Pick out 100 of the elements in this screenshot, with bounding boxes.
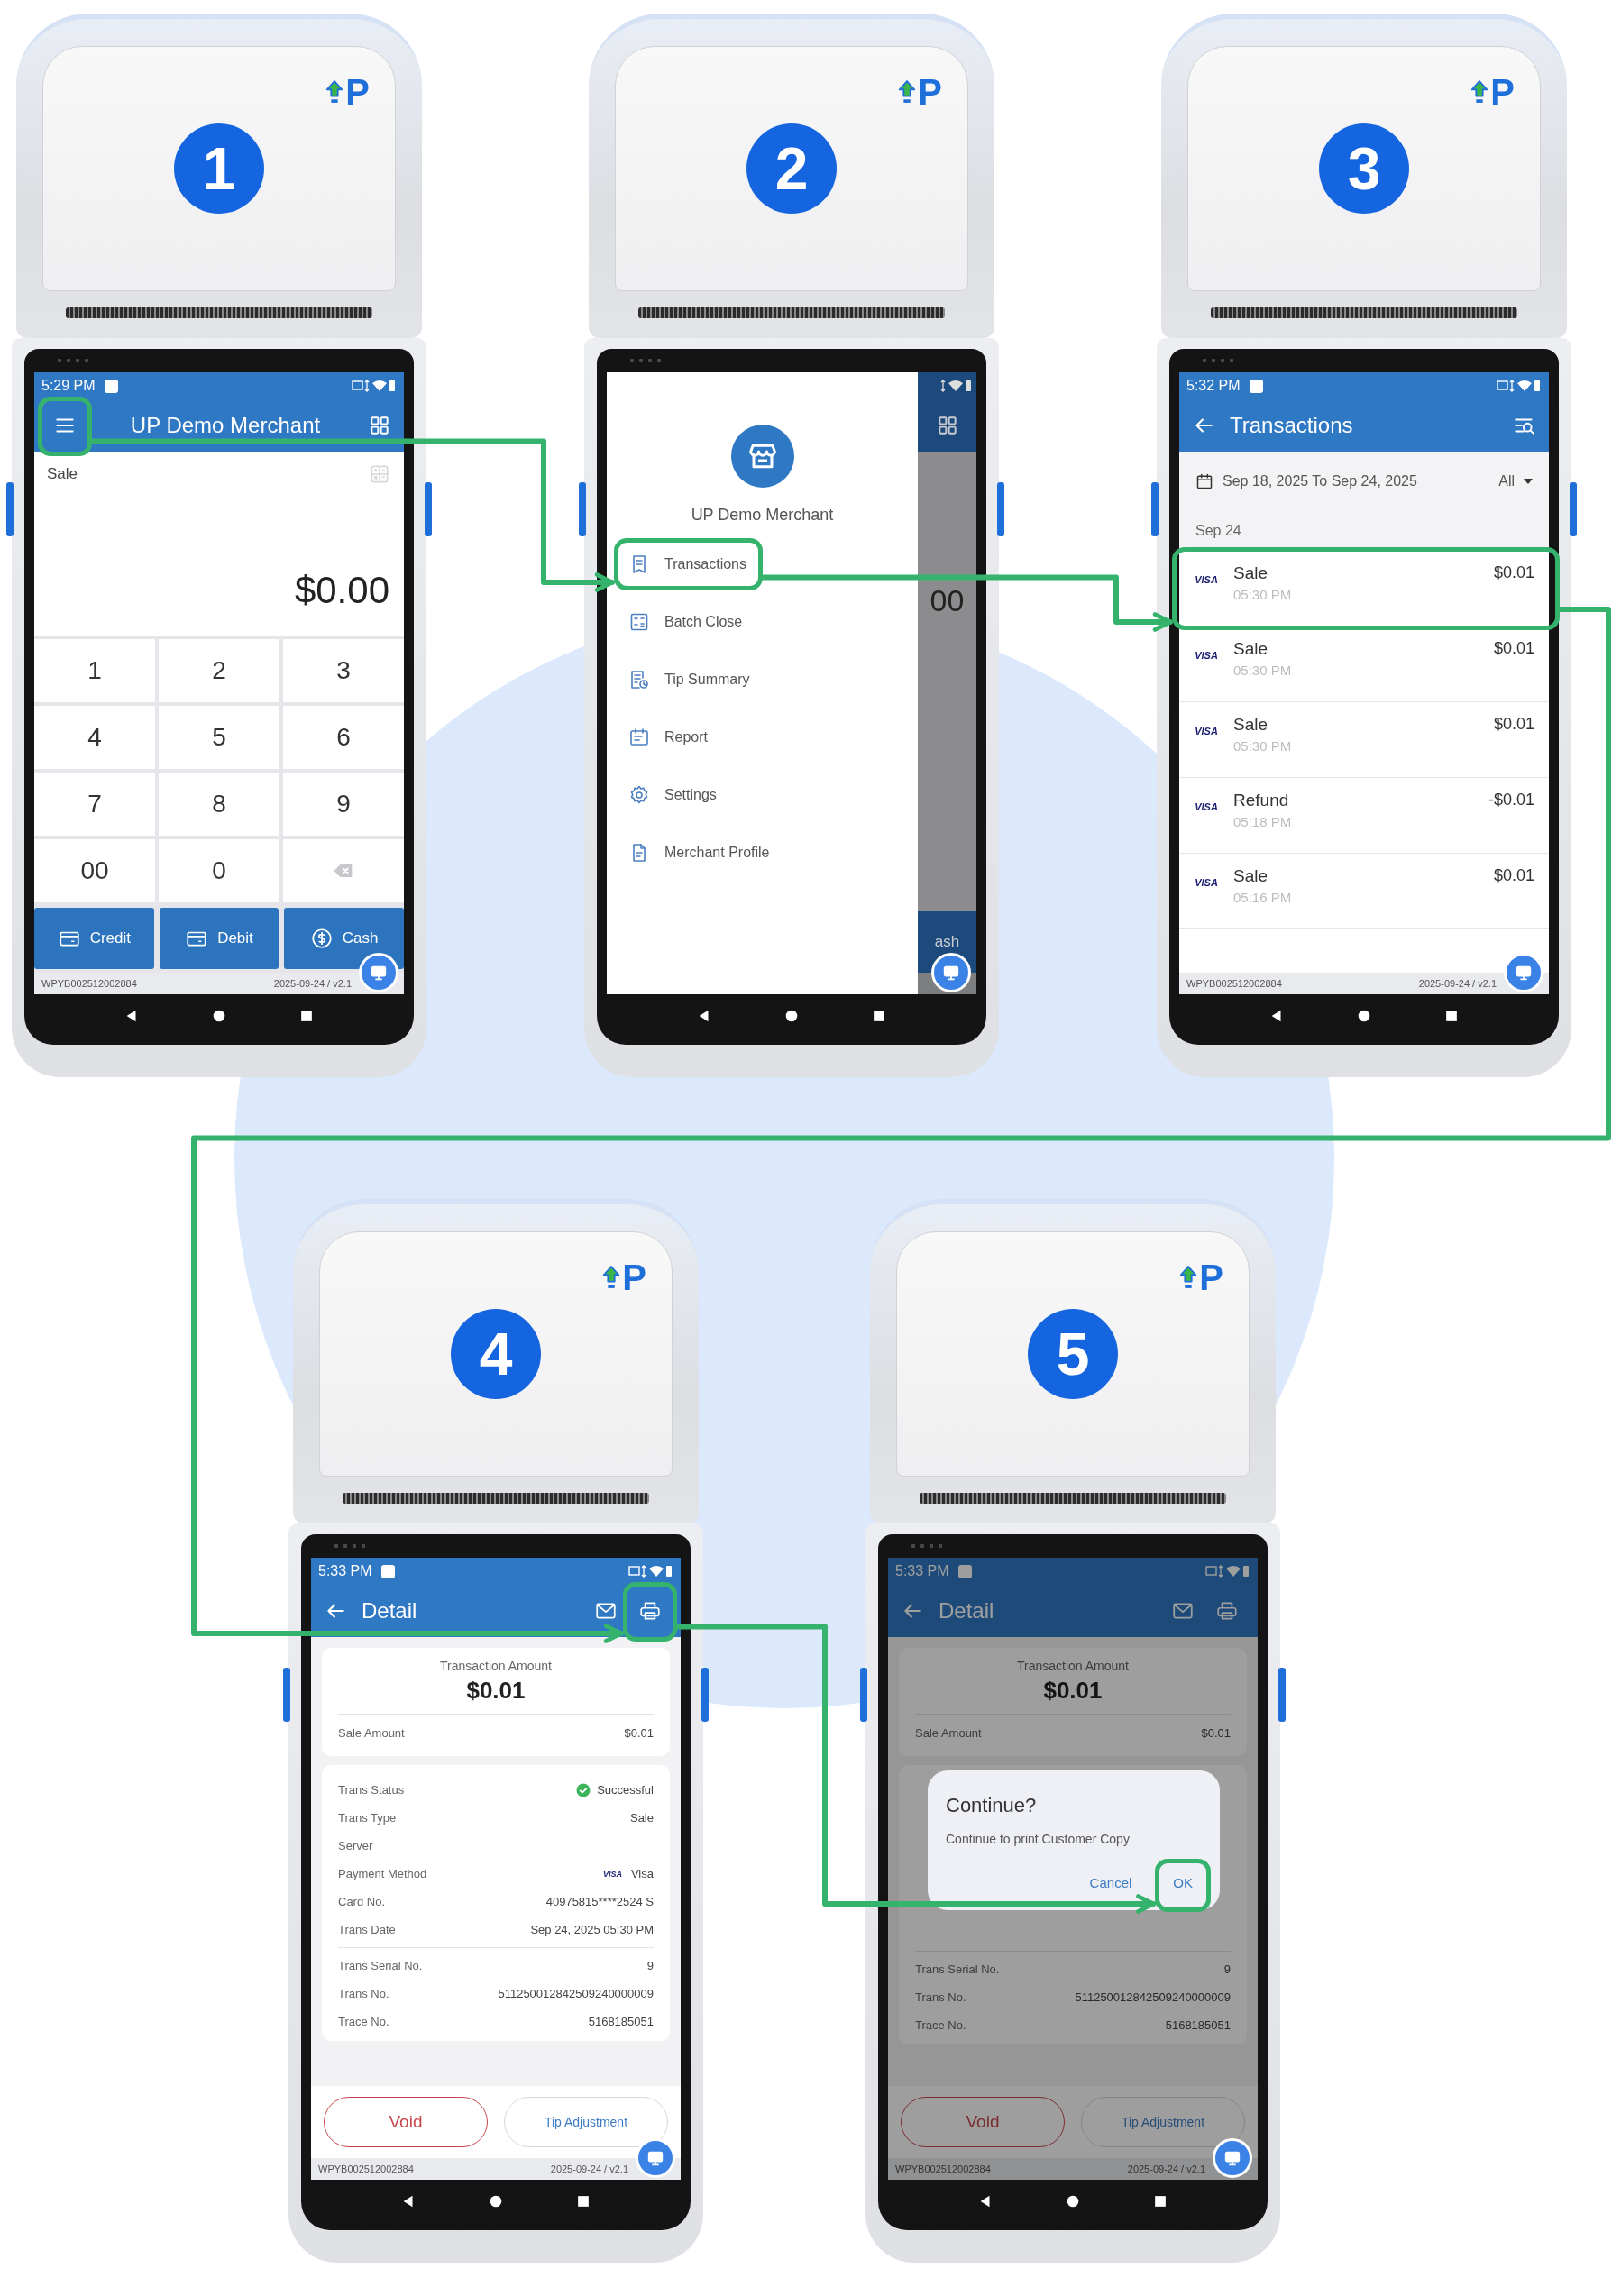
step-number-badge: 1: [174, 123, 264, 214]
card-brand: VISA: [1194, 877, 1219, 888]
field-value: $0.01: [624, 1725, 654, 1740]
dialog-button[interactable]: OK: [1164, 1868, 1202, 1898]
field-label: Trans No.: [915, 1990, 966, 2004]
amount-fragment: 00: [930, 582, 965, 618]
field-label: Card No.: [338, 1895, 386, 1908]
void-button[interactable]: Void: [324, 2097, 488, 2147]
field-value: 40975815****2524 S: [545, 1895, 654, 1908]
version-text: 2025-09-24 / v2.1: [273, 978, 352, 989]
amount-label: Transaction Amount: [1017, 1659, 1129, 1673]
keypad-key[interactable]: 3: [283, 639, 404, 702]
calendar-icon[interactable]: [1195, 472, 1213, 490]
card-brand: VISA: [1194, 801, 1219, 812]
field-label: Server: [338, 1839, 373, 1852]
transaction-amount: $0.01: [1043, 1677, 1103, 1705]
date-range[interactable]: Sep 18, 2025 To Sep 24, 2025: [1223, 473, 1490, 489]
home-icon[interactable]: [783, 1008, 800, 1024]
field-label: Trans No.: [338, 1987, 389, 2000]
header-title: UP Demo Merchant: [129, 413, 322, 438]
card-brand: VISA: [1194, 726, 1219, 736]
field-value: 511250012842509240000009: [1075, 1990, 1231, 2004]
side-key: [425, 482, 432, 536]
version-text: 2025-09-24 / v2.1: [1418, 978, 1497, 989]
transaction-type: Sale: [1233, 866, 1269, 886]
mode-label: Sale: [47, 465, 78, 483]
home-icon[interactable]: [488, 2193, 504, 2209]
transaction-time: 05:30 PM: [1233, 738, 1293, 754]
step-number-badge: 3: [1319, 123, 1409, 214]
transaction-type: Sale: [1233, 563, 1269, 583]
payment-button[interactable]: Debit: [159, 908, 279, 969]
keypad-key[interactable]: 2: [159, 639, 279, 702]
transaction-amount: $0.01: [466, 1677, 526, 1705]
payment-button[interactable]: Cash: [284, 908, 404, 969]
keypad-key[interactable]: 7: [34, 773, 155, 836]
field-value: 9: [1223, 1962, 1231, 1976]
field-value: Sep 24, 2025 05:30 PM: [530, 1923, 654, 1936]
keypad-key[interactable]: 9: [283, 773, 404, 836]
transaction-amount: -$0.01: [1488, 791, 1534, 810]
field-value: $0.01: [1201, 1725, 1231, 1740]
menu-item[interactable]: Merchant Profile: [625, 829, 774, 876]
tip-adjustment-button[interactable]: Tip Adjustment: [504, 2097, 668, 2147]
status-time: 5:29 PM: [41, 378, 96, 394]
menu-item[interactable]: Settings: [625, 772, 720, 819]
keypad-key[interactable]: 5: [159, 706, 279, 769]
transaction-amount: $0.01: [1493, 715, 1534, 734]
field-label: Trans Serial No.: [338, 1959, 423, 1972]
type-dropdown[interactable]: All: [1498, 473, 1533, 489]
dialog-title: Continue?: [946, 1794, 1038, 1817]
status-icons-drawing: [628, 1564, 673, 1578]
menu-item[interactable]: Transactions: [625, 541, 750, 588]
notification-icon: [957, 1564, 972, 1578]
card-brand: VISA: [1194, 574, 1219, 585]
keypad-key[interactable]: 6: [283, 706, 404, 769]
menu-item[interactable]: Batch Close: [625, 599, 746, 645]
keypad-key[interactable]: 1: [34, 639, 155, 702]
field-label: Sale Amount: [915, 1725, 982, 1740]
field-value: 5168185051: [1165, 2018, 1231, 2032]
field-value: Sale: [629, 1811, 654, 1825]
keypad-key[interactable]: 4: [34, 706, 155, 769]
version-text: 2025-09-24 / v2.1: [1127, 2163, 1205, 2174]
transaction-time: 05:30 PM: [1233, 587, 1293, 602]
settings-icon: [628, 784, 650, 806]
step-number-badge: 4: [451, 1309, 541, 1399]
amount-display: $0.00: [293, 569, 390, 613]
field-value: Visa: [630, 1867, 654, 1880]
home-icon[interactable]: [211, 1008, 227, 1024]
side-key: [579, 482, 586, 536]
arrow-logo-icon: [897, 78, 918, 105]
logo-text: P: [1490, 74, 1515, 110]
step-number-badge: 2: [746, 123, 837, 214]
field-value: 5168185051: [588, 2015, 654, 2028]
keypad-key[interactable]: 8: [159, 773, 279, 836]
payment-button[interactable]: Credit: [34, 908, 154, 969]
header-title: Transactions: [1230, 413, 1354, 438]
device-serial: WPYB002512002884: [1186, 978, 1282, 989]
home-icon[interactable]: [1065, 2193, 1081, 2209]
home-icon[interactable]: [1356, 1008, 1372, 1024]
logo-text: P: [622, 1259, 646, 1295]
grid-icon[interactable]: [368, 414, 391, 437]
keypad-key[interactable]: 00: [34, 839, 155, 902]
dialog-message: Continue to print Customer Copy: [946, 1832, 1131, 1846]
field-label: Trans Serial No.: [915, 1962, 1000, 1976]
device-serial: WPYB002512002884: [318, 2163, 414, 2174]
arrow-logo-icon: [601, 1264, 622, 1291]
menu-item[interactable]: Tip Summary: [625, 656, 754, 703]
keypad-key[interactable]: 0: [159, 839, 279, 902]
notification-icon: [104, 379, 118, 393]
side-key: [860, 1668, 867, 1722]
transaction-amount: $0.01: [1493, 639, 1534, 658]
transaction-type: Refund: [1233, 791, 1290, 810]
date-group-label: Sep 24: [1179, 511, 1549, 551]
void-button[interactable]: Void: [901, 2097, 1065, 2147]
arrow-logo-icon: [325, 78, 345, 105]
field-label: Sale Amount: [338, 1725, 405, 1740]
menu-item[interactable]: Report: [625, 714, 712, 761]
dialog-button[interactable]: Cancel: [1080, 1868, 1141, 1898]
check-icon: [575, 1781, 592, 1798]
device-serial: WPYB002512002884: [41, 978, 137, 989]
merchant-name: UP Demo Merchant: [691, 506, 834, 525]
